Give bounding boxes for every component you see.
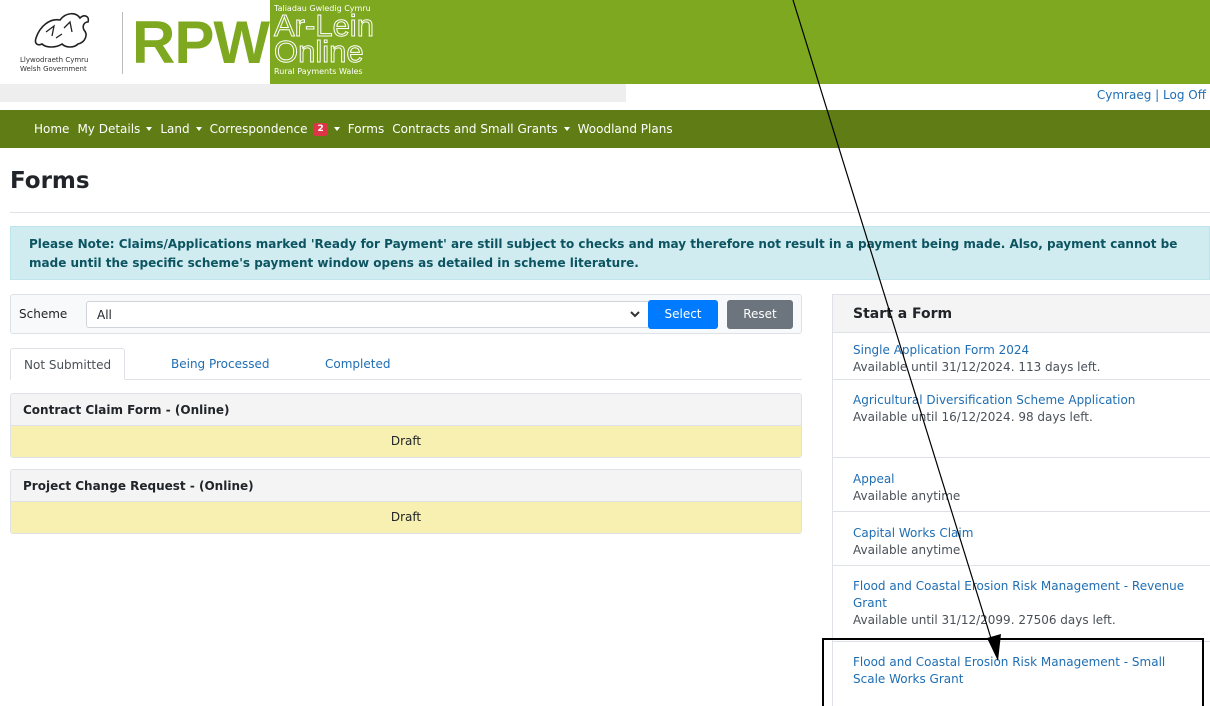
chevron-down-icon [563,127,570,131]
link-separator: | [1155,88,1160,102]
chevron-down-icon [630,311,640,318]
logo-area: Llywodraeth Cymru Welsh Government RPW [0,0,270,84]
utility-bar-left [0,84,626,102]
reset-button[interactable]: Reset [727,300,793,329]
welsh-government-logo[interactable]: Llywodraeth Cymru Welsh Government [14,8,114,76]
chevron-down-icon [333,127,340,131]
nav-correspondence-label: Correspondence [209,122,308,136]
start-form-link[interactable]: Single Application Form 2024 [853,342,1191,359]
payment-notice-alert: Please Note: Claims/Applications marked … [10,226,1210,280]
gov-name-english: Welsh Government [20,65,87,73]
nav-correspondence[interactable]: Correspondence 2 [210,122,340,136]
start-form-link[interactable]: Agricultural Diversification Scheme Appl… [853,392,1191,409]
scheme-select-value: All [97,308,112,322]
form-status-tabs: Not Submitted Being Processed Completed [10,348,802,380]
form-card[interactable]: Contract Claim Form - (Online) Draft [10,393,802,458]
nav-forms[interactable]: Forms [348,122,384,136]
start-form-item: Single Application Form 2024 Available u… [833,334,1210,380]
select-button[interactable]: Select [648,300,718,329]
nav-land-label: Land [160,122,190,136]
form-availability: Available until 31/12/2024. 113 days lef… [853,360,1101,374]
form-card-title[interactable]: Project Change Request - (Online) [11,470,801,502]
nav-my-details[interactable]: My Details [77,122,153,136]
nav-my-details-label: My Details [77,122,141,136]
form-availability: Available anytime [853,543,961,557]
start-form-link[interactable]: Flood and Coastal Erosion Risk Managemen… [853,578,1191,612]
site-header: Llywodraeth Cymru Welsh Government RPW T… [0,0,1210,84]
nav-woodland-label: Woodland Plans [577,122,673,136]
start-form-item: Appeal Available anytime [833,458,1210,512]
chevron-down-icon [146,127,153,131]
form-status: Draft [11,502,801,533]
dragon-icon [34,12,90,48]
title-divider [10,212,1210,213]
nav-woodland-plans[interactable]: Woodland Plans [578,122,673,136]
page-title: Forms [10,168,90,194]
form-availability: Available until 31/12/2099. 27506 days l… [853,613,1116,627]
start-form-item: Capital Works Claim Available anytime [833,512,1210,566]
tab-not-submitted[interactable]: Not Submitted [10,348,126,380]
form-availability: Available anytime [853,489,961,503]
start-form-item: Flood and Coastal Erosion Risk Managemen… [833,566,1210,642]
start-form-link[interactable]: Appeal [853,471,1191,488]
tagline-english: Rural Payments Wales [274,67,363,76]
account-links: Cymraeg | Log Off [1097,88,1206,102]
nav-home[interactable]: Home [34,122,69,136]
gov-name-welsh: Llywodraeth Cymru [20,56,89,64]
online-text: Online [274,34,365,69]
form-status: Draft [11,426,801,457]
start-a-form-heading: Start a Form [833,295,1210,333]
tab-completed[interactable]: Completed [312,348,403,380]
cymraeg-link[interactable]: Cymraeg [1097,88,1151,102]
start-form-item: Agricultural Diversification Scheme Appl… [833,380,1210,458]
tab-being-processed[interactable]: Being Processed [158,348,283,380]
nav-contracts-label: Contracts and Small Grants [392,122,558,136]
nav-contracts[interactable]: Contracts and Small Grants [392,122,570,136]
main-nav: Home My Details Land Correspondence 2 For… [0,110,1210,148]
form-card-title[interactable]: Contract Claim Form - (Online) [11,394,801,426]
scheme-label: Scheme [19,307,68,321]
nav-land[interactable]: Land [160,122,202,136]
chevron-down-icon [195,127,202,131]
rpw-online-logo: Taliadau Gwledig Cymru Ar-Lein Online Ru… [270,0,400,84]
unread-count-badge: 2 [313,122,328,136]
start-form-link[interactable]: Capital Works Claim [853,525,1191,542]
scheme-filter: Scheme All Select Reset [10,294,802,334]
nav-forms-label: Forms [347,122,385,136]
scheme-select[interactable]: All [86,301,650,328]
logoff-link[interactable]: Log Off [1163,88,1206,102]
nav-home-label: Home [34,122,70,136]
rpw-logo[interactable]: RPW [132,12,270,74]
form-card[interactable]: Project Change Request - (Online) Draft [10,469,802,534]
form-availability: Available until 16/12/2024. 98 days left… [853,410,1093,424]
utility-bar: Cymraeg | Log Off [0,84,1210,110]
highlight-box [822,638,1204,706]
logo-divider [122,12,123,74]
